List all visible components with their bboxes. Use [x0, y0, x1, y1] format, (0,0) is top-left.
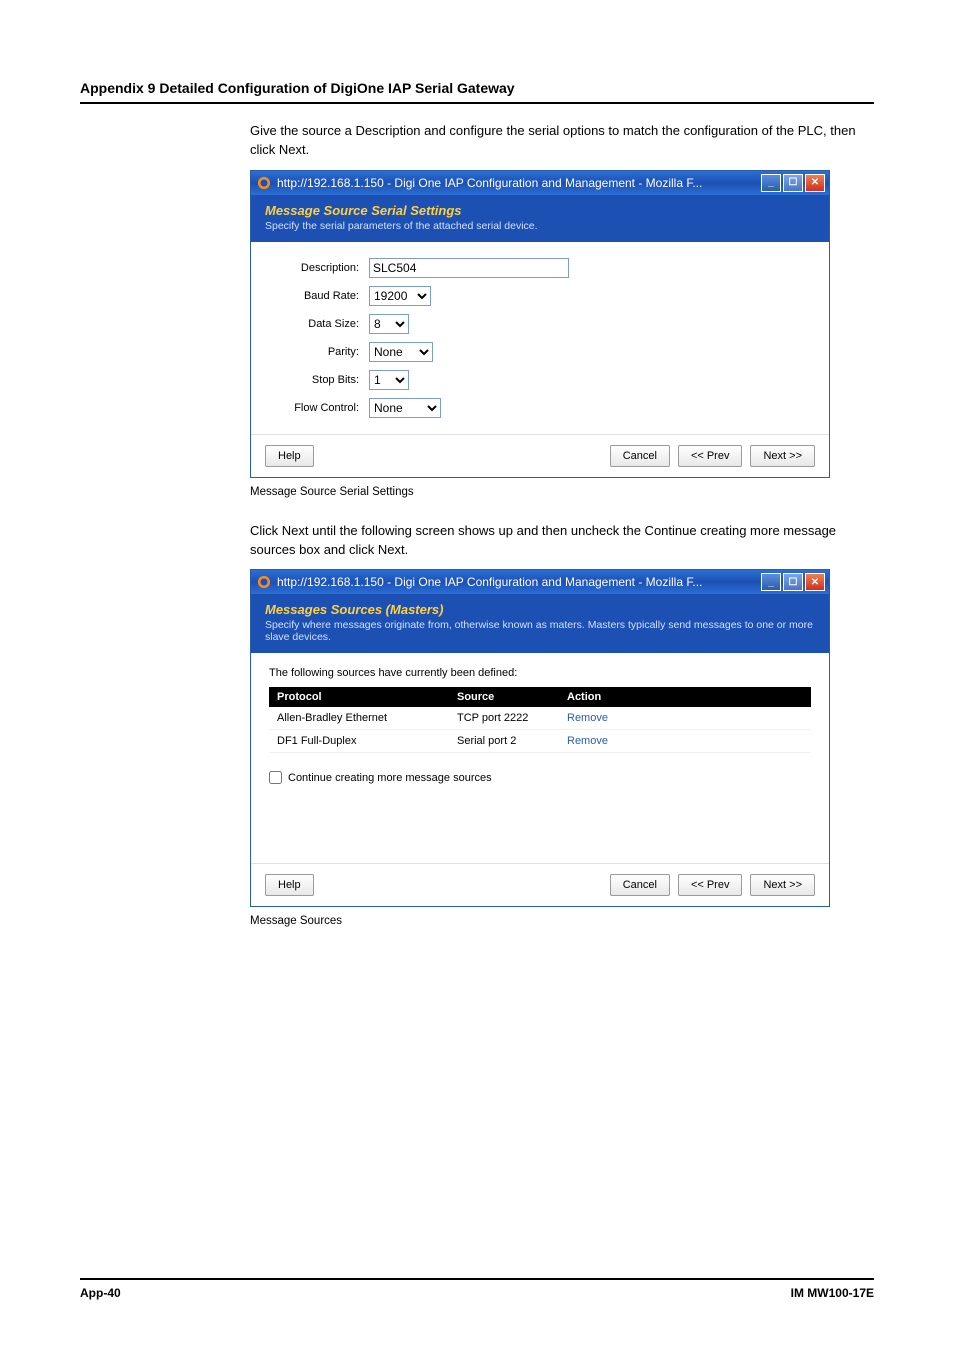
- cancel-button[interactable]: Cancel: [610, 874, 670, 896]
- appendix-header: Appendix 9 Detailed Configuration of Dig…: [80, 80, 874, 104]
- th-action: Action: [559, 687, 639, 707]
- table-row: Allen-Bradley Ethernet TCP port 2222 Rem…: [269, 707, 811, 730]
- close-button[interactable]: ✕: [805, 573, 825, 591]
- panel-title: Message Source Serial Settings: [265, 203, 815, 218]
- baud-select[interactable]: 19200: [369, 286, 431, 306]
- description-input[interactable]: [369, 258, 569, 278]
- help-button[interactable]: Help: [265, 874, 314, 896]
- firefox-icon: [257, 575, 271, 589]
- remove-link[interactable]: Remove: [559, 730, 639, 752]
- prev-button[interactable]: << Prev: [678, 445, 743, 467]
- table-row: DF1 Full-Duplex Serial port 2 Remove: [269, 730, 811, 753]
- continue-checkbox[interactable]: [269, 771, 282, 784]
- intro-paragraph-1: Give the source a Description and config…: [250, 122, 864, 160]
- dialog-serial-settings: http://192.168.1.150 - Digi One IAP Conf…: [250, 170, 830, 478]
- sources-intro: The following sources have currently bee…: [269, 667, 811, 679]
- maximize-button[interactable]: ☐: [783, 174, 803, 192]
- label-description: Description:: [269, 262, 369, 274]
- parity-select[interactable]: None: [369, 342, 433, 362]
- minimize-button[interactable]: _: [761, 174, 781, 192]
- th-protocol: Protocol: [269, 687, 449, 707]
- caption-1: Message Source Serial Settings: [250, 486, 874, 498]
- next-button[interactable]: Next >>: [750, 445, 815, 467]
- panel-title: Messages Sources (Masters): [265, 602, 815, 617]
- flow-control-select[interactable]: None: [369, 398, 441, 418]
- panel-subtitle: Specify the serial parameters of the att…: [265, 220, 815, 232]
- titlebar: http://192.168.1.150 - Digi One IAP Conf…: [251, 171, 829, 195]
- footer-page-number: App-40: [80, 1286, 121, 1300]
- cell-source: Serial port 2: [449, 730, 559, 752]
- label-parity: Parity:: [269, 346, 369, 358]
- remove-link[interactable]: Remove: [559, 707, 639, 729]
- stop-bits-select[interactable]: 1: [369, 370, 409, 390]
- panel-subtitle: Specify where messages originate from, o…: [265, 619, 815, 643]
- maximize-button[interactable]: ☐: [783, 573, 803, 591]
- caption-2: Message Sources: [250, 915, 874, 927]
- label-stop-bits: Stop Bits:: [269, 374, 369, 386]
- dialog-message-sources: http://192.168.1.150 - Digi One IAP Conf…: [250, 569, 830, 907]
- window-title: http://192.168.1.150 - Digi One IAP Conf…: [277, 176, 761, 190]
- prev-button[interactable]: << Prev: [678, 874, 743, 896]
- titlebar: http://192.168.1.150 - Digi One IAP Conf…: [251, 570, 829, 594]
- intro-paragraph-2: Click Next until the following screen sh…: [250, 522, 864, 560]
- minimize-button[interactable]: _: [761, 573, 781, 591]
- next-button[interactable]: Next >>: [750, 874, 815, 896]
- table-header: Protocol Source Action: [269, 687, 811, 707]
- cancel-button[interactable]: Cancel: [610, 445, 670, 467]
- continue-label: Continue creating more message sources: [288, 772, 492, 784]
- cell-protocol: Allen-Bradley Ethernet: [269, 707, 449, 729]
- cell-source: TCP port 2222: [449, 707, 559, 729]
- close-button[interactable]: ✕: [805, 174, 825, 192]
- firefox-icon: [257, 176, 271, 190]
- label-flow-control: Flow Control:: [269, 402, 369, 414]
- help-button[interactable]: Help: [265, 445, 314, 467]
- window-title: http://192.168.1.150 - Digi One IAP Conf…: [277, 575, 761, 589]
- label-data-size: Data Size:: [269, 318, 369, 330]
- data-size-select[interactable]: 8: [369, 314, 409, 334]
- cell-protocol: DF1 Full-Duplex: [269, 730, 449, 752]
- th-source: Source: [449, 687, 559, 707]
- page-footer: App-40 IM MW100-17E: [80, 1278, 874, 1300]
- footer-doc-id: IM MW100-17E: [791, 1286, 874, 1300]
- label-baud: Baud Rate:: [269, 290, 369, 302]
